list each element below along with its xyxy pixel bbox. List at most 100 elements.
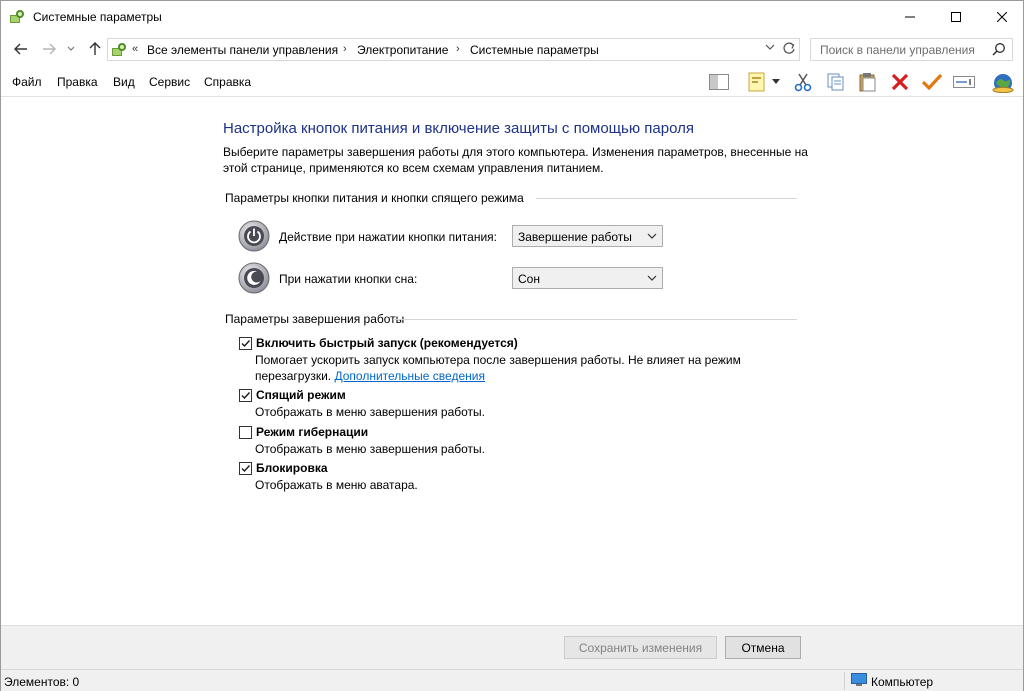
title-bar: Системные параметры <box>1 1 1023 33</box>
properties-icon <box>748 72 765 92</box>
cut-button[interactable] <box>791 70 815 94</box>
sleep-button-icon <box>238 262 270 294</box>
group-divider <box>393 319 797 320</box>
refresh-button[interactable] <box>781 41 797 57</box>
caret-down-icon <box>772 79 780 84</box>
control-panel-window: Системные параметры « Все элементы панел… <box>0 0 1024 691</box>
fast-startup-label[interactable]: Включить быстрый запуск (рекомендуется) <box>256 336 518 350</box>
power-button-action-label: Действие при нажатии кнопки питания: <box>279 230 498 244</box>
computer-icon <box>851 673 867 686</box>
up-button[interactable] <box>85 39 105 59</box>
maximize-icon <box>951 12 961 22</box>
address-history-dropdown[interactable] <box>763 42 777 56</box>
hibernate-label[interactable]: Режим гибернации <box>256 425 368 439</box>
cancel-button[interactable]: Отмена <box>725 636 801 659</box>
breadcrumb-all-items[interactable]: Все элементы панели управления <box>147 43 338 57</box>
recent-locations-button[interactable] <box>64 39 78 59</box>
chevron-down-icon <box>647 275 657 281</box>
power-options-icon <box>10 10 24 23</box>
navigation-bar: « Все элементы панели управления › Элект… <box>1 35 1023 65</box>
menu-toolbar-row: Файл Правка Вид Сервис Справка <box>1 67 1023 97</box>
search-icon <box>992 43 1005 56</box>
close-button[interactable] <box>979 1 1024 33</box>
lock-checkbox[interactable] <box>239 462 252 475</box>
more-info-link[interactable]: Дополнительные сведения <box>334 369 484 383</box>
dialog-button-bar: Сохранить изменения Отмена <box>1 625 1023 669</box>
fast-startup-note-continued: перезагрузки. <box>255 369 332 383</box>
lock-note: Отображать в меню аватара. <box>255 478 418 492</box>
delete-button[interactable] <box>888 70 912 94</box>
status-bar: Элементов: 0 Компьютер <box>1 669 1023 691</box>
checkbox-check-icon <box>241 340 251 348</box>
sleep-button-action-value: Сон <box>518 272 540 286</box>
address-bar[interactable]: « Все элементы панели управления › Элект… <box>107 38 800 61</box>
main-content: Настройка кнопок питания и включение защ… <box>1 98 1023 625</box>
minimize-icon <box>905 16 915 18</box>
sleep-button-action-select[interactable]: Сон <box>512 267 663 289</box>
globe-icon <box>992 74 1014 93</box>
checkbox-check-icon <box>241 392 251 400</box>
copy-button[interactable] <box>824 70 848 94</box>
search-placeholder: Поиск в панели управления <box>820 43 975 57</box>
minimize-button[interactable] <box>887 1 933 33</box>
delete-x-icon <box>891 73 909 91</box>
forward-button[interactable] <box>39 39 59 59</box>
copy-icon <box>827 73 844 91</box>
more-tools-button[interactable] <box>989 70 1017 94</box>
status-divider <box>844 672 845 690</box>
menu-tools[interactable]: Сервис <box>149 75 190 89</box>
chevron-down-icon <box>765 44 775 50</box>
sleep-checkbox[interactable] <box>239 389 252 402</box>
power-buttons-group-title: Параметры кнопки питания и кнопки спящег… <box>225 191 524 205</box>
checkmark-icon <box>921 73 943 91</box>
group-divider <box>536 198 797 199</box>
power-button-action-select[interactable]: Завершение работы <box>512 225 663 247</box>
refresh-icon <box>783 42 795 54</box>
close-icon <box>997 12 1007 22</box>
apply-button[interactable] <box>920 70 944 94</box>
paste-button[interactable] <box>856 70 880 94</box>
rename-button[interactable] <box>952 70 976 94</box>
sleep-label[interactable]: Спящий режим <box>256 388 346 402</box>
status-location: Компьютер <box>871 675 934 689</box>
chevron-down-icon <box>67 46 75 51</box>
sleep-button-action-label: При нажатии кнопки сна: <box>279 272 418 286</box>
menu-edit[interactable]: Правка <box>57 75 98 89</box>
sleep-note: Отображать в меню завершения работы. <box>255 405 486 419</box>
breadcrumb-system-settings[interactable]: Системные параметры <box>470 43 599 57</box>
maximize-button[interactable] <box>933 1 979 33</box>
item-count: Элементов: 0 <box>4 675 80 689</box>
page-description: Выберите параметры завершения работы для… <box>223 145 808 175</box>
lock-label[interactable]: Блокировка <box>256 461 328 475</box>
forward-arrow-icon <box>43 43 56 55</box>
breadcrumb-power-options[interactable]: Электропитание <box>357 43 448 57</box>
preview-pane-icon <box>709 74 729 90</box>
breadcrumb-separator[interactable]: › <box>343 43 347 55</box>
control-panel-icon <box>112 43 126 56</box>
shutdown-settings-group-title: Параметры завершения работы <box>225 312 405 326</box>
checkbox-check-icon <box>241 465 251 473</box>
power-button-action-value: Завершение работы <box>518 230 632 244</box>
power-button-icon <box>238 220 270 252</box>
menu-file[interactable]: Файл <box>12 75 42 89</box>
rename-icon <box>953 76 975 88</box>
hibernate-checkbox[interactable] <box>239 426 252 439</box>
back-arrow-icon <box>14 43 27 55</box>
up-arrow-icon <box>89 42 101 55</box>
page-title: Настройка кнопок питания и включение защ… <box>223 120 694 137</box>
back-button[interactable] <box>11 39 31 59</box>
save-changes-button[interactable]: Сохранить изменения <box>564 636 717 659</box>
preview-pane-button[interactable] <box>707 70 731 94</box>
menu-help[interactable]: Справка <box>204 75 251 89</box>
paste-icon <box>859 73 876 92</box>
breadcrumb-separator[interactable]: › <box>456 43 460 55</box>
scissors-icon <box>794 73 812 92</box>
breadcrumb-overflow[interactable]: « <box>132 43 138 55</box>
search-box[interactable]: Поиск в панели управления <box>810 38 1013 61</box>
chevron-down-icon <box>647 233 657 239</box>
fast-startup-note-line2: перезагрузки. Дополнительные сведения <box>255 368 485 384</box>
menu-view[interactable]: Вид <box>113 75 135 89</box>
properties-dropdown[interactable] <box>770 70 782 94</box>
properties-button[interactable] <box>745 70 769 94</box>
fast-startup-checkbox[interactable] <box>239 337 252 350</box>
